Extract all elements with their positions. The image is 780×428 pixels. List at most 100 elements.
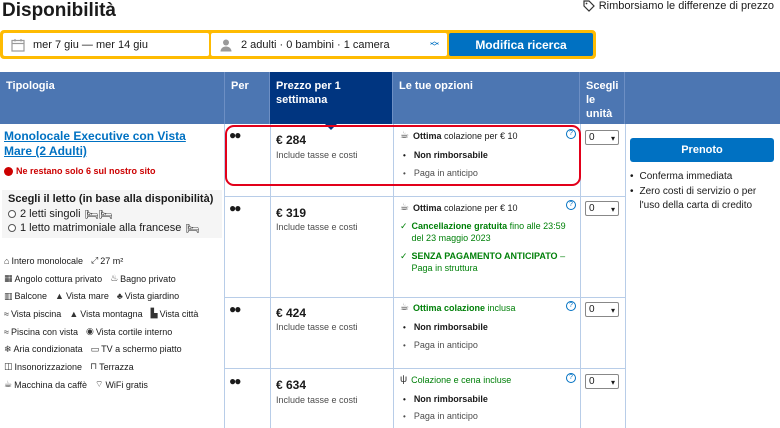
bath-icon: ♨ [110, 273, 119, 284]
guests-selector[interactable]: 2 adulti · 0 bambini · 1 camera ︿ ﹀ [211, 33, 447, 56]
highlight-outline [225, 125, 581, 186]
double-bed-icon: 🛏 [185, 222, 200, 235]
facilities-list: ⌂ Intero monolocale ⤢ 27 m² ▦ Angolo cottur… [4, 252, 222, 394]
soundproof-icon: ◫ [4, 361, 13, 372]
facility-item: ▭ TV a schermo piatto [90, 343, 182, 355]
facility-item: ♨ Bagno privato [110, 273, 176, 284]
date-range-text: mer 7 giu — mer 14 giu [33, 38, 148, 51]
header-per: Per [225, 72, 270, 124]
chevron-down-icon: ▾ [610, 134, 615, 143]
facility-item: ⤢ 27 m² [90, 255, 124, 266]
view-icon: ▲ [55, 291, 64, 302]
balcony-icon: ▥ [4, 290, 13, 301]
size-icon: ⤢ [90, 255, 99, 266]
help-icon[interactable]: ? [566, 200, 576, 210]
city-icon: ▙ [150, 308, 158, 319]
garden-icon: ♣ [116, 291, 123, 302]
chevron-updown-icon: ︿ ﹀ [429, 36, 439, 52]
coffee-cup-icon: ☕ [400, 202, 409, 213]
page-title: Disponibilità [2, 0, 116, 21]
bed-choice-title: Scegli il letto (in base alla disponibil… [8, 193, 214, 205]
radio-button[interactable] [8, 224, 16, 232]
header-prezzo[interactable]: Prezzo per 1 settimana [270, 72, 393, 124]
policy-line: • Non rimborsabile [403, 394, 488, 404]
snowflake-icon: ❄ [4, 343, 12, 354]
guests-text: 2 adulti · 0 bambini · 1 camera [241, 38, 390, 51]
scarcity-message: Ne restano solo 6 sul nostro sito [4, 166, 156, 176]
header-tipologia: Tipologia [0, 72, 225, 124]
terrace-icon: ⊓ [90, 361, 98, 372]
benefit-item: • Zero costi di servizio o per l'uso dell… [630, 186, 757, 211]
facility-item: ▙ Vista città [150, 308, 199, 319]
meal-option: ☕ Ottima colazione per € 10 [400, 202, 518, 213]
kitchen-icon: ▦ [4, 273, 13, 284]
bed-option-double[interactable]: 1 letto matrimoniale alla francese 🛏 [8, 221, 216, 235]
bed-option-twin[interactable]: 2 letti singoli 🛏🛏 [8, 207, 216, 221]
facility-item: ⌔ WiFi gratis [94, 379, 148, 390]
two-persons-icon: ●● [229, 374, 241, 388]
price-match-link[interactable]: Rimborsiamo le differenze di prezzo [583, 0, 774, 12]
radio-button[interactable] [8, 210, 16, 218]
cancellation-line: ✓ Cancellazione gratuita fino alle 23:59… [400, 221, 566, 243]
mountain-icon: ▲ [69, 308, 79, 319]
coffee-cup-icon: ☕ [400, 302, 409, 313]
facility-item: ❄ Aria condizionata [4, 343, 83, 355]
facility-item: ☕ Macchina da caffè [4, 379, 87, 390]
chevron-down-icon: ▾ [610, 378, 615, 387]
quantity-select[interactable]: 0 ▾ [585, 201, 619, 216]
policy-line: • Non rimborsabile [403, 322, 488, 332]
quantity-select[interactable]: 0 ▾ [585, 302, 619, 317]
row-divider [224, 297, 626, 298]
price-value: € 634 [276, 378, 307, 392]
price-match-label: Rimborsiamo le differenze di prezzo [598, 0, 774, 12]
price-note: Include tasse e costi [276, 322, 358, 332]
price-value: € 424 [276, 306, 307, 320]
col-divider [625, 124, 626, 428]
chevron-down-icon: ▾ [610, 205, 615, 214]
fork-knife-icon: ψ [400, 374, 408, 385]
benefits-list: • Conferma immediata • Zero costi di servi… [630, 170, 778, 214]
eye-icon: ◉ [85, 326, 94, 337]
room-title-link[interactable]: Monolocale Executive con Vista Mare (2 A… [4, 129, 204, 159]
row-divider [224, 368, 626, 369]
alert-dot-icon [4, 166, 13, 176]
tv-icon: ▭ [90, 343, 100, 354]
header-opzioni: Le tue opzioni [393, 72, 580, 124]
payment-line: • Paga in anticipo [403, 411, 478, 421]
pool-icon: ≈ [4, 308, 9, 319]
price-value: € 319 [276, 206, 307, 220]
bed-option-label: 1 letto matrimoniale alla francese [20, 222, 182, 234]
quantity-select[interactable]: 0 ▾ [585, 374, 619, 389]
date-picker[interactable]: mer 7 giu — mer 14 giu [3, 33, 209, 56]
calendar-icon [11, 38, 25, 52]
bed-choice-box: Scegli il letto (in base alla disponibil… [2, 190, 222, 238]
quantity-select[interactable]: 0 ▾ [585, 130, 619, 145]
facility-item: ♣ Vista giardino [116, 291, 180, 302]
tag-icon [583, 0, 595, 12]
price-note: Include tasse e costi [276, 222, 358, 232]
search-bar: mer 7 giu — mer 14 giu 2 adulti · 0 bamb… [0, 30, 596, 59]
facility-item: ▦ Angolo cottura privato [4, 273, 103, 284]
check-icon: ✓ [400, 221, 408, 231]
row-divider [224, 196, 626, 197]
help-icon[interactable]: ? [566, 373, 576, 383]
pool-icon: ≈ [4, 326, 9, 337]
header-scegli: Scegli le unità [580, 72, 625, 124]
facility-item: ▲ Vista montagna [69, 308, 143, 319]
chevron-down-icon: ▾ [610, 306, 615, 315]
scarcity-text: Ne restano solo 6 sul nostro sito [16, 166, 156, 176]
facility-item: ▥ Balcone [4, 290, 48, 302]
help-icon[interactable]: ? [566, 301, 576, 311]
reserve-button[interactable]: Prenoto [630, 138, 774, 162]
no-prepayment-line: ✓ SENZA PAGAMENTO ANTICIPATO – Paga in s… [400, 251, 566, 273]
facility-item: ◉ Vista cortile interno [85, 326, 173, 337]
price-note: Include tasse e costi [276, 395, 358, 405]
meal-option: ψ Colazione e cena incluse [400, 374, 512, 385]
meal-option: ☕ Ottima colazione inclusa [400, 302, 516, 313]
two-persons-icon: ●● [229, 201, 241, 215]
facility-item: ◫ Insonorizzazione [4, 361, 83, 372]
facility-item: ≈ Piscina con vista [4, 326, 78, 337]
payment-line: • Paga in anticipo [403, 340, 478, 350]
coffee-icon: ☕ [4, 379, 13, 390]
modify-search-button[interactable]: Modifica ricerca [449, 33, 593, 56]
